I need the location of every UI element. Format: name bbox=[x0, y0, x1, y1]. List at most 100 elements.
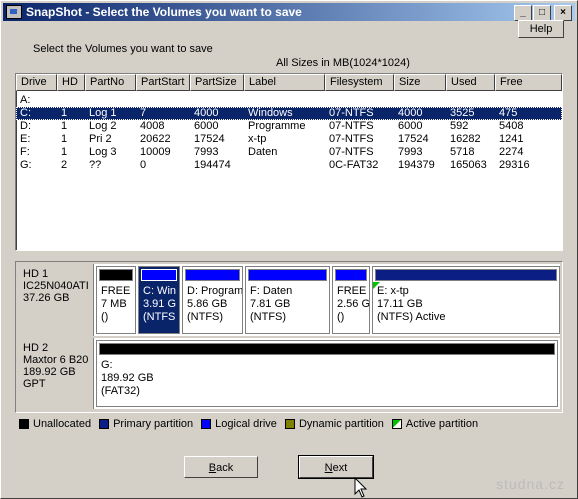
column-header[interactable]: Free bbox=[495, 74, 562, 91]
sizes-note: All Sizes in MB(1024*1024) bbox=[276, 57, 410, 69]
close-button[interactable]: × bbox=[554, 5, 572, 21]
table-cell: F: bbox=[20, 146, 30, 158]
partition-text: FREE bbox=[337, 285, 367, 297]
minimize-button[interactable]: _ bbox=[514, 5, 532, 21]
list-header: Drive HD PartNo PartStart PartSize Label Files… bbox=[16, 74, 562, 91]
table-cell: 3525 bbox=[450, 107, 475, 119]
column-header[interactable]: Used bbox=[446, 74, 495, 91]
table-cell: 2 bbox=[61, 159, 68, 171]
table-cell: 1 bbox=[61, 146, 68, 158]
partition-text: 7 MB bbox=[101, 298, 127, 310]
maximize-button[interactable]: □ bbox=[533, 5, 551, 21]
partition-block[interactable]: F: Daten 7.81 GB (NTFS) bbox=[245, 266, 330, 334]
legend-item: Dynamic partition bbox=[284, 418, 384, 430]
table-cell: D: bbox=[20, 120, 31, 132]
table-cell: 194379 bbox=[398, 159, 435, 171]
table-cell: x-tp bbox=[248, 133, 267, 145]
table-cell: 07-NTFS bbox=[329, 146, 374, 158]
legend-swatch-icon bbox=[391, 419, 402, 429]
table-cell: 165063 bbox=[450, 159, 487, 171]
back-button[interactable]: Back bbox=[184, 456, 258, 478]
legend-label: Primary partition bbox=[113, 418, 194, 430]
column-header[interactable]: HD bbox=[57, 74, 85, 91]
table-cell: 6000 bbox=[398, 120, 423, 132]
table-cell bbox=[325, 94, 394, 107]
table-cell: 7993 bbox=[398, 146, 423, 158]
column-header[interactable]: Label bbox=[244, 74, 325, 91]
legend-swatch-icon bbox=[284, 419, 295, 429]
table-cell bbox=[446, 94, 495, 107]
table-row[interactable]: A: bbox=[16, 94, 562, 107]
partition-block[interactable]: C: Win 3.91 G (NTFS bbox=[138, 266, 180, 334]
table-cell: Log 2 bbox=[89, 120, 117, 132]
partition-bar bbox=[99, 343, 555, 355]
help-button[interactable]: Help bbox=[518, 20, 564, 38]
partition-block[interactable]: D: Program 5.86 GB (NTFS) bbox=[182, 266, 243, 334]
disk-info: HD 1 IC25N040ATI 37.26 GB bbox=[18, 264, 94, 336]
table-cell: C: bbox=[20, 107, 31, 119]
table-row[interactable]: E: 1 Pri 2 20622 17524 x-tp 07-NTFS 17524 16282 1… bbox=[16, 133, 562, 146]
table-row[interactable]: G: 2?? 0 194474 0C-FAT32 194379 165063 29316 bbox=[16, 159, 562, 172]
column-header[interactable]: PartNo bbox=[85, 74, 136, 91]
table-cell: 07-NTFS bbox=[329, 133, 374, 145]
disk-info-line: HD 2 bbox=[23, 342, 49, 354]
column-header[interactable]: Drive bbox=[16, 74, 57, 91]
column-header[interactable]: Size bbox=[394, 74, 446, 91]
disk-info-line: 189.92 GB bbox=[23, 366, 76, 378]
legend-label: Logical drive bbox=[215, 418, 277, 430]
table-cell: A: bbox=[20, 94, 31, 106]
table-row[interactable]: F: 1 Log 3 10009 7993 Daten 07-NTFS 7993 5718 227… bbox=[16, 146, 562, 159]
table-cell: 1 bbox=[61, 120, 68, 132]
legend-swatch-icon bbox=[201, 419, 212, 429]
table-cell: Daten bbox=[248, 146, 278, 158]
table-cell bbox=[136, 94, 190, 107]
partition-label: G: 189.92 GB (FAT32) bbox=[97, 357, 557, 398]
table-cell bbox=[495, 94, 562, 107]
disk-info-line: IC25N040ATI bbox=[23, 280, 89, 292]
table-row[interactable]: C: 1 Log 1 7 4000 Windows 07-NTFS 4000 3525 475 bbox=[16, 107, 562, 120]
partition-block[interactable]: FREE 7 MB() bbox=[96, 266, 136, 334]
volume-list[interactable]: Drive HD PartNo PartStart PartSize Label Files… bbox=[15, 73, 563, 251]
table-cell: 7 bbox=[140, 107, 147, 119]
app-icon[interactable] bbox=[6, 5, 22, 19]
legend-label: Unallocated bbox=[33, 418, 92, 430]
table-cell: 4000 bbox=[398, 107, 423, 119]
column-header[interactable]: Filesystem bbox=[325, 74, 394, 91]
dialog-window: SnapShot - Select the Volumes you want t… bbox=[0, 0, 578, 499]
title-bar[interactable]: SnapShot - Select the Volumes you want t… bbox=[3, 3, 575, 21]
table-cell: ?? bbox=[89, 159, 102, 171]
partition-text: (FAT32) bbox=[101, 385, 140, 397]
table-row[interactable]: D: 1 Log 2 4008 6000 Programme 07-NTFS 6000 592 5… bbox=[16, 120, 562, 133]
table-cell: 5408 bbox=[499, 120, 524, 132]
table-cell: 2274 bbox=[499, 146, 524, 158]
partition-text: 17.11 GB bbox=[377, 298, 423, 310]
partition-text: 5.86 GB bbox=[187, 298, 228, 310]
partition-block[interactable]: FREE 2.56 G() bbox=[332, 266, 370, 334]
table-cell: 10009 bbox=[140, 146, 171, 158]
legend-label: Active partition bbox=[405, 418, 479, 430]
table-cell: 0C-FAT32 bbox=[329, 159, 379, 171]
partition-block[interactable]: G: 189.92 GB (FAT32) bbox=[96, 340, 558, 407]
table-cell: Programme bbox=[248, 120, 306, 132]
legend-swatch-icon bbox=[99, 419, 110, 429]
partition-text: 7.81 GB bbox=[250, 298, 291, 310]
partition-bar bbox=[248, 269, 327, 281]
table-cell: 29316 bbox=[499, 159, 530, 171]
legend-label: Dynamic partition bbox=[298, 418, 384, 430]
column-header[interactable]: PartStart bbox=[136, 74, 190, 91]
table-cell: 07-NTFS bbox=[329, 107, 374, 119]
disk-info-line: 37.26 GB bbox=[23, 292, 70, 304]
table-cell bbox=[244, 94, 325, 107]
partition-text: 3.91 G bbox=[143, 298, 177, 310]
partition-text: D: Program bbox=[187, 285, 243, 297]
partition-text: () bbox=[337, 311, 345, 323]
disk-info: HD 2 Maxtor 6 B20 189.92 GB GPT bbox=[18, 338, 94, 409]
partition-text: FREE bbox=[101, 285, 131, 297]
partition-block[interactable]: E: x-tp 17.11 GB (NTFS) Active bbox=[372, 266, 560, 334]
active-flag-icon bbox=[373, 282, 380, 289]
table-cell: 1 bbox=[61, 133, 68, 145]
next-button[interactable]: Next bbox=[298, 455, 374, 479]
partition-label: F: Daten 7.81 GB (NTFS) bbox=[246, 283, 329, 324]
table-cell bbox=[394, 94, 446, 107]
column-header[interactable]: PartSize bbox=[190, 74, 244, 91]
